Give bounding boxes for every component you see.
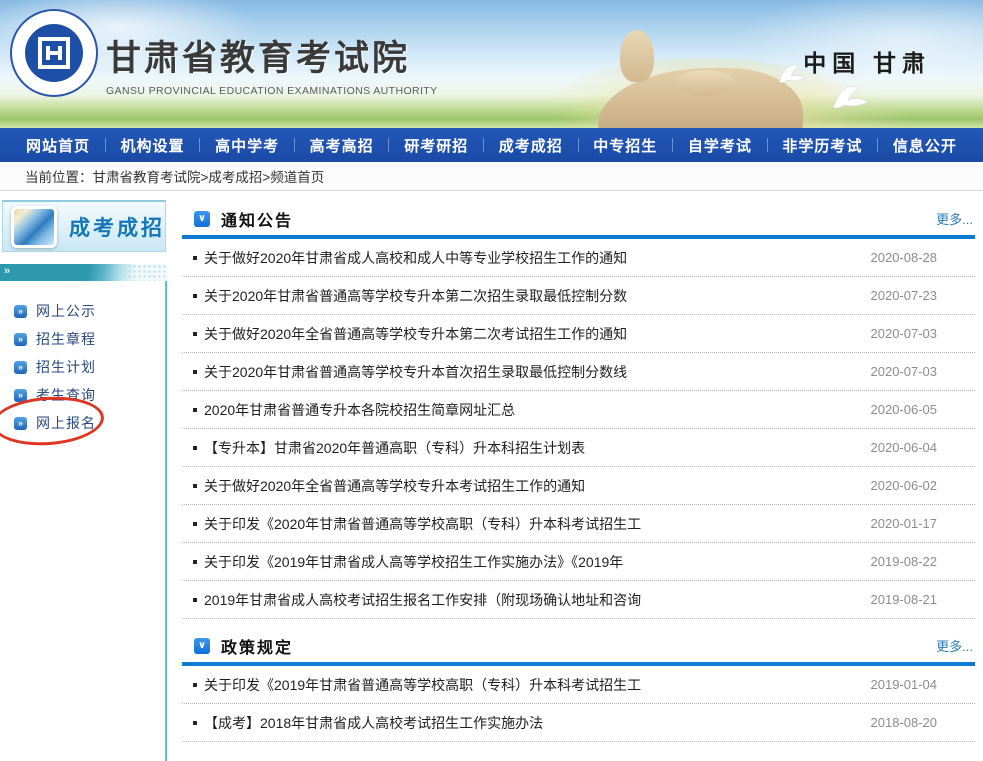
news-item[interactable]: 关于印发《2019年甘肃省成人高等学校招生工作实施办法》《2019年 2019-… bbox=[182, 543, 975, 581]
nav-separator bbox=[578, 138, 579, 152]
section-marker-icon: ∨ bbox=[194, 638, 210, 654]
news-item[interactable]: 2019年甘肃省成人高校考试招生报名工作安排（附现场确认地址和咨询 2019-0… bbox=[182, 581, 975, 619]
section-policies: ∨ 政策规定 更多... 关于印发《2019年甘肃省普通高等学校高职（专科）升本… bbox=[182, 629, 975, 742]
news-item[interactable]: 关于做好2020年全省普通高等学校专升本考试招生工作的通知 2020-06-02 bbox=[182, 467, 975, 505]
arrow-right-icon: » bbox=[14, 361, 27, 374]
bullet-icon bbox=[193, 370, 197, 374]
bullet-icon bbox=[193, 256, 197, 260]
bullet-icon bbox=[193, 598, 197, 602]
news-item[interactable]: 关于做好2020年全省普通高等学校专升本第二次考试招生工作的通知 2020-07… bbox=[182, 315, 975, 353]
nav-separator bbox=[672, 138, 673, 152]
bullet-icon bbox=[193, 294, 197, 298]
main-content: ∨ 通知公告 更多... 关于做好2020年甘肃省成人高校和成人中等专业学校招生… bbox=[168, 191, 983, 758]
channel-photo-icon bbox=[11, 206, 57, 248]
bullet-icon bbox=[193, 721, 197, 725]
news-item[interactable]: 【成考】2018年甘肃省成人高校考试招生工作实施办法 2018-08-20 bbox=[182, 704, 975, 742]
section-title: 政策规定 bbox=[221, 634, 293, 658]
sidebar-item-enrollment-plan[interactable]: » 招生计划 bbox=[14, 353, 168, 381]
news-date: 2019-08-21 bbox=[859, 592, 938, 607]
breadcrumb: 当前位置：甘肃省教育考试院>成考成招>频道首页 bbox=[0, 162, 983, 191]
sidebar-menu: » 网上公示 » 招生章程 » 招生计划 » 考生查询 » 网上报名 bbox=[0, 297, 168, 437]
mother-river-statue-image bbox=[598, 30, 803, 128]
nav-item-adult-exam[interactable]: 成考成招 bbox=[499, 135, 563, 156]
notice-list: 关于做好2020年甘肃省成人高校和成人中等专业学校招生工作的通知 2020-08… bbox=[182, 239, 975, 619]
nav-separator bbox=[388, 138, 389, 152]
site-title-english: GANSU PROVINCIAL EDUCATION EXAMINATIONS … bbox=[106, 85, 438, 97]
more-link[interactable]: 更多... bbox=[936, 636, 973, 655]
sidebar-item-candidate-query[interactable]: » 考生查询 bbox=[14, 381, 168, 409]
sidebar-decorative-strip: » bbox=[0, 264, 168, 281]
nav-item-home[interactable]: 网站首页 bbox=[26, 135, 90, 156]
nav-separator bbox=[105, 138, 106, 152]
region-label: 中国 甘肃 bbox=[803, 44, 931, 78]
dot-pattern bbox=[122, 264, 168, 281]
news-date: 2020-06-04 bbox=[859, 440, 938, 455]
sidebar-item-admission-charter[interactable]: » 招生章程 bbox=[14, 325, 168, 353]
news-item[interactable]: 【专升本】甘肃省2020年普通高职（专科）升本科招生计划表 2020-06-04 bbox=[182, 429, 975, 467]
page: 甘肃省教育考试院 GANSU PROVINCIAL EDUCATION EXAM… bbox=[0, 0, 983, 761]
section-marker-icon: ∨ bbox=[194, 211, 210, 227]
news-date: 2020-01-17 bbox=[859, 516, 938, 531]
nav-item-non-academic[interactable]: 非学历考试 bbox=[782, 135, 862, 156]
news-date: 2019-08-22 bbox=[859, 554, 938, 569]
site-title: 甘肃省教育考试院 bbox=[106, 30, 438, 81]
news-date: 2020-06-02 bbox=[859, 478, 938, 493]
nav-separator bbox=[877, 138, 878, 152]
nav-separator bbox=[294, 138, 295, 152]
main-nav: 网站首页 机构设置 高中学考 高考高招 研考研招 成考成招 中专招生 自学考试 … bbox=[0, 128, 983, 162]
section-notices: ∨ 通知公告 更多... 关于做好2020年甘肃省成人高校和成人中等专业学校招生… bbox=[182, 202, 975, 619]
bullet-icon bbox=[193, 332, 197, 336]
sidebar-item-online-registration[interactable]: » 网上报名 bbox=[14, 409, 168, 437]
nav-separator bbox=[767, 138, 768, 152]
dove-icon bbox=[828, 78, 872, 114]
site-logo bbox=[10, 9, 98, 97]
bullet-icon bbox=[193, 446, 197, 450]
sidebar-item-online-publicity[interactable]: » 网上公示 bbox=[14, 297, 168, 325]
channel-title: 成考成招 bbox=[69, 212, 165, 242]
news-date: 2020-07-03 bbox=[859, 326, 938, 341]
news-date: 2020-07-03 bbox=[859, 364, 938, 379]
news-item[interactable]: 关于印发《2020年甘肃省普通高等学校高职（专科）升本科考试招生工 2020-0… bbox=[182, 505, 975, 543]
policy-list: 关于印发《2019年甘肃省普通高等学校高职（专科）升本科考试招生工 2019-0… bbox=[182, 666, 975, 742]
nav-item-gaokao[interactable]: 高考高招 bbox=[310, 135, 374, 156]
news-date: 2019-01-04 bbox=[859, 677, 938, 692]
news-item[interactable]: 关于2020年甘肃省普通高等学校专升本第二次招生录取最低控制分数 2020-07… bbox=[182, 277, 975, 315]
bullet-icon bbox=[193, 683, 197, 687]
more-link[interactable]: 更多... bbox=[936, 209, 973, 228]
nav-item-secondary-vocational[interactable]: 中专招生 bbox=[593, 135, 657, 156]
news-date: 2020-06-05 bbox=[859, 402, 938, 417]
news-item[interactable]: 关于做好2020年甘肃省成人高校和成人中等专业学校招生工作的通知 2020-08… bbox=[182, 239, 975, 277]
news-item[interactable]: 关于印发《2019年甘肃省普通高等学校高职（专科）升本科考试招生工 2019-0… bbox=[182, 666, 975, 704]
site-banner: 甘肃省教育考试院 GANSU PROVINCIAL EDUCATION EXAM… bbox=[0, 0, 983, 128]
arrow-right-icon: » bbox=[14, 417, 27, 430]
nav-separator bbox=[483, 138, 484, 152]
news-item[interactable]: 2020年甘肃省普通专升本各院校招生简章网址汇总 2020-06-05 bbox=[182, 391, 975, 429]
arrow-right-icon: » bbox=[14, 333, 27, 346]
chevron-right-icon: » bbox=[4, 265, 10, 277]
channel-header: 成考成招 bbox=[2, 200, 166, 252]
news-date: 2020-07-23 bbox=[859, 288, 938, 303]
arrow-right-icon: » bbox=[14, 305, 27, 318]
news-date: 2018-08-20 bbox=[859, 715, 938, 730]
nav-item-postgraduate[interactable]: 研考研招 bbox=[404, 135, 468, 156]
nav-separator bbox=[199, 138, 200, 152]
arrow-right-icon: » bbox=[14, 389, 27, 402]
news-item[interactable]: 关于2020年甘肃省普通高等学校专升本首次招生录取最低控制分数线 2020-07… bbox=[182, 353, 975, 391]
nav-item-organization[interactable]: 机构设置 bbox=[121, 135, 185, 156]
sidebar: 成考成招 » » 网上公示 » 招生章程 » 招生计划 bbox=[0, 191, 168, 758]
bullet-icon bbox=[193, 484, 197, 488]
bullet-icon bbox=[193, 560, 197, 564]
nav-item-self-study[interactable]: 自学考试 bbox=[688, 135, 752, 156]
bullet-icon bbox=[193, 522, 197, 526]
nav-item-info-disclosure[interactable]: 信息公开 bbox=[893, 135, 957, 156]
logo-emblem-icon bbox=[25, 24, 83, 82]
section-title: 通知公告 bbox=[221, 207, 293, 231]
nav-item-highschool-exam[interactable]: 高中学考 bbox=[215, 135, 279, 156]
bullet-icon bbox=[193, 408, 197, 412]
news-date: 2020-08-28 bbox=[859, 250, 938, 265]
breadcrumb-text: 当前位置：甘肃省教育考试院>成考成招>频道首页 bbox=[25, 166, 324, 186]
